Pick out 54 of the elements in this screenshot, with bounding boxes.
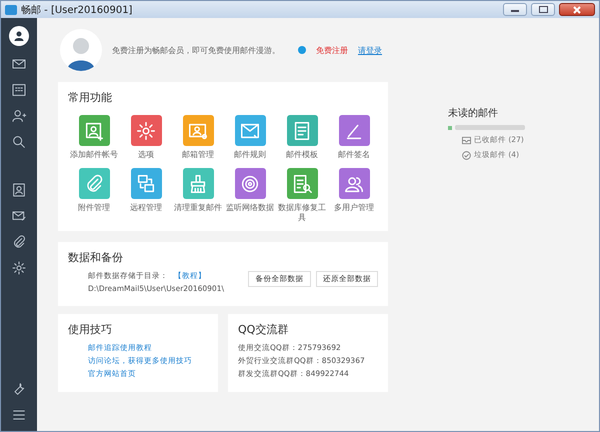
blurred-account (455, 125, 525, 130)
function-tile[interactable] (338, 168, 370, 199)
function-label: 选项 (137, 150, 155, 160)
remote-screens-icon (135, 172, 157, 194)
function-tile[interactable] (338, 115, 370, 146)
function-tile[interactable] (234, 115, 266, 146)
function-label: 邮件签名 (337, 150, 371, 160)
function-label: 清理重复邮件 (173, 203, 223, 213)
inbox-icon (462, 136, 471, 144)
function-label: 远程管理 (129, 203, 163, 213)
function-label: 邮件模板 (285, 150, 319, 160)
avatar-silhouette (60, 29, 102, 71)
function-label: 数据库修复工具 (277, 203, 327, 223)
maximize-button[interactable] (531, 3, 555, 16)
minimize-button[interactable] (503, 3, 527, 16)
app-icon (5, 4, 17, 14)
function-tile[interactable] (130, 168, 162, 199)
contact-card-icon[interactable] (11, 182, 27, 198)
close-icon (573, 6, 581, 14)
add-contact-icon[interactable] (11, 108, 27, 124)
function-tile[interactable] (182, 115, 214, 146)
user-icon (13, 30, 25, 42)
window-title: 畅邮 - [User20160901] (21, 4, 134, 16)
function-label: 邮箱管理 (181, 150, 215, 160)
calendar-icon[interactable] (11, 82, 27, 98)
info-icon (298, 46, 306, 54)
function-tile[interactable] (286, 115, 318, 146)
function-label: 添加邮件帐号 (69, 150, 119, 160)
function-label: 附件管理 (77, 203, 111, 213)
close-button[interactable] (559, 3, 595, 16)
function-tile[interactable] (130, 115, 162, 146)
function-label: 多用户管理 (333, 203, 375, 213)
unread-title: 未读的邮件 (448, 106, 499, 120)
check-circle-icon (462, 150, 471, 160)
function-label: 监听网络数据 (225, 203, 275, 213)
section-title: 使用技巧 (68, 322, 113, 337)
profile-button[interactable] (9, 26, 29, 46)
function-label: 邮件规则 (233, 150, 267, 160)
search-icon[interactable] (11, 134, 27, 150)
register-link[interactable]: 免费注册 (316, 44, 348, 56)
paperclip-icon[interactable] (11, 234, 27, 250)
register-notice: 免费注册为畅邮会员，即可免费使用邮件漫游。 (112, 44, 280, 56)
login-link[interactable]: 请登录 (358, 44, 382, 56)
function-tile[interactable] (78, 168, 110, 199)
section-title: 常用功能 (68, 90, 113, 105)
function-tile[interactable] (286, 168, 318, 199)
function-tile[interactable] (182, 168, 214, 199)
database-search-icon (291, 172, 313, 194)
function-tile[interactable] (78, 115, 110, 146)
section-title: QQ交流群 (238, 322, 290, 337)
function-tile[interactable] (234, 168, 266, 199)
minimize-icon (511, 8, 519, 12)
section-title: 数据和备份 (68, 250, 124, 265)
maximize-icon (538, 6, 548, 13)
